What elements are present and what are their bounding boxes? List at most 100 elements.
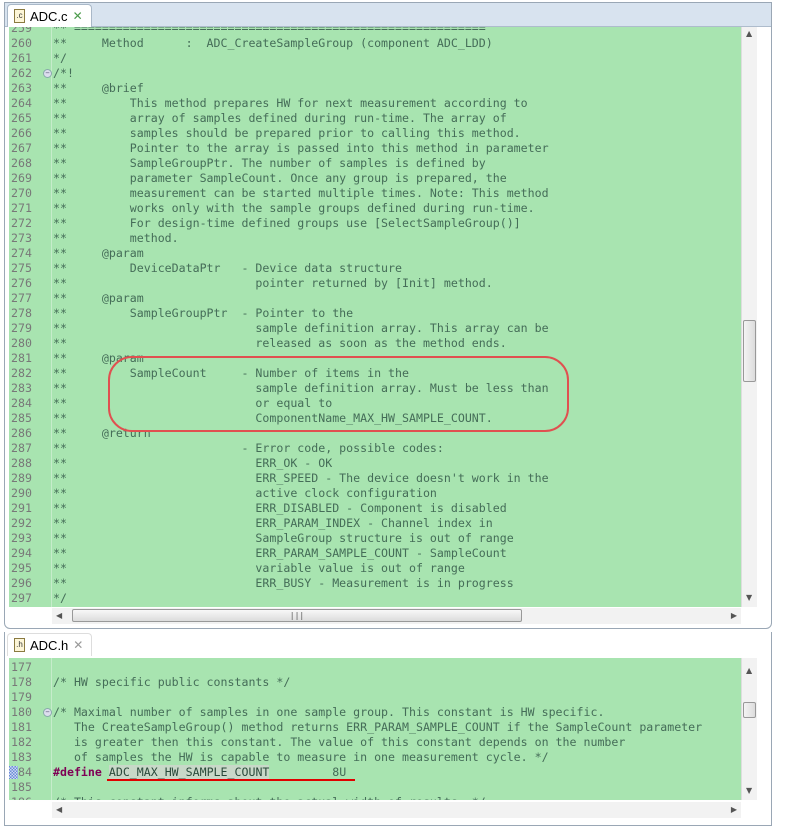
code-line: 178 /* HW specific public constants */ — [9, 675, 741, 690]
code-line: 291 ** ERR_DISABLED - Component is disabl… — [9, 501, 741, 516]
line-text: ** ERR_SPEED - The device doesn't work i… — [53, 471, 549, 485]
line-number: 266 — [11, 126, 32, 140]
line-text: ** For design-time defined groups use [S… — [53, 216, 521, 230]
line-text: ** SampleGroup structure is out of range — [53, 531, 514, 545]
close-icon[interactable]: ✕ — [73, 638, 83, 652]
tab-label: ADC.h — [30, 637, 69, 653]
code-area[interactable]: 259 ** ==================================… — [9, 27, 741, 607]
line-number: 181 — [11, 720, 32, 734]
line-text: ** measurement can be started multiple t… — [53, 186, 549, 200]
macro-name[interactable]: ADC_MAX_HW_SAMPLE_COUNT — [108, 765, 270, 779]
scroll-right-icon[interactable]: ▶ — [731, 805, 737, 814]
top-tab-bar: .c ADC.c ✕ — [5, 3, 771, 27]
line-number: 267 — [11, 141, 32, 155]
line-text: ** - Error code, possible codes: — [53, 441, 444, 455]
code-line: 287 ** - Error code, possible codes: — [9, 441, 741, 456]
line-number: 186 — [11, 795, 45, 800]
fold-toggle-icon[interactable]: − — [43, 708, 52, 717]
line-text: ** ERR_OK - OK — [53, 456, 333, 470]
line-number: 269 — [11, 171, 32, 185]
scrollbar-thumb[interactable] — [743, 702, 756, 718]
code-line: 274 ** @param — [9, 246, 741, 261]
line-number: 281 — [11, 351, 32, 365]
line-text: /*! — [53, 66, 74, 80]
bottom-editor: .h ADC.h ✕ 177 178 /* HW specific public c… — [4, 632, 772, 826]
vertical-scrollbar[interactable]: ▲ ▼ — [741, 658, 757, 800]
code-line: 271 ** works only with the sample groups … — [9, 201, 741, 216]
line-number: 182 — [11, 735, 32, 749]
overview-ruler — [757, 27, 771, 607]
line-number: 262 — [11, 66, 32, 80]
line-text: ** ERR_PARAM_SAMPLE_COUNT - SampleCount — [53, 546, 507, 560]
line-text: The CreateSampleGroup() method returns E… — [53, 720, 703, 734]
line-number: 282 — [11, 366, 32, 380]
code-line: 289 ** ERR_SPEED - The device doesn't wor… — [9, 471, 741, 486]
tab-adc-h[interactable]: .h ADC.h ✕ — [7, 633, 93, 656]
line-number: 276 — [11, 276, 32, 290]
code-line: 272 ** For design-time defined groups use… — [9, 216, 741, 231]
line-text: /* HW specific public constants */ — [53, 675, 291, 689]
code-line: 179 — [9, 690, 741, 705]
line-number: 296 — [11, 576, 32, 590]
bottom-tab-bar: .h ADC.h ✕ — [5, 632, 771, 656]
line-text: ** active clock configuration — [53, 486, 437, 500]
line-text: ** SampleGroupPtr - Pointer to the — [53, 306, 354, 320]
code-line: 293 ** SampleGroup structure is out of ra… — [9, 531, 741, 546]
line-number: 273 — [11, 231, 32, 245]
code-line: 269 ** parameter SampleCount. Once any gr… — [9, 171, 741, 186]
fold-toggle-icon[interactable]: − — [43, 69, 52, 78]
code-line: 183 of samples the HW is capable to meas… — [9, 750, 741, 765]
line-number: 291 — [11, 501, 32, 515]
tab-adc-c[interactable]: .c ADC.c ✕ — [7, 4, 92, 27]
macro-value: 8U — [332, 765, 347, 779]
horizontal-scrollbar[interactable]: ◀ ||| ▶ — [52, 608, 741, 624]
code-area[interactable]: 177 178 /* HW specific public constants */… — [9, 658, 741, 800]
define-keyword: #define — [53, 765, 102, 779]
line-text: ** This method prepares HW for next meas… — [53, 96, 528, 110]
line-text: ** parameter SampleCount. Once any group… — [53, 171, 507, 185]
horizontal-scrollbar[interactable]: ◀ ▶ — [52, 802, 741, 818]
line-number: 183 — [11, 750, 32, 764]
line-number: 261 — [11, 51, 32, 65]
highlight-annotation — [108, 356, 569, 432]
code-line: 265 ** array of samples defined during ru… — [9, 111, 741, 126]
line-number: 270 — [11, 186, 32, 200]
scroll-left-icon[interactable]: ◀ — [56, 805, 62, 814]
code-line: 264 ** This method prepares HW for next m… — [9, 96, 741, 111]
scrollbar-thumb[interactable] — [743, 320, 756, 382]
code-line: 177 — [9, 660, 741, 675]
line-number: 271 — [11, 201, 32, 215]
code-line: 292 ** ERR_PARAM_INDEX - Channel index in — [9, 516, 741, 531]
scroll-up-icon[interactable]: ▲ — [746, 29, 752, 38]
vertical-scrollbar[interactable]: ▲ ▼ — [741, 27, 757, 607]
line-text: ** @param — [53, 246, 144, 260]
code-line: 260 ** Method : ADC_CreateSampleGroup (co… — [9, 36, 741, 51]
line-number: 293 — [11, 531, 32, 545]
scrollbar-thumb[interactable]: ||| — [72, 609, 522, 622]
close-icon[interactable]: ✕ — [73, 9, 83, 23]
scroll-right-icon[interactable]: ▶ — [731, 611, 737, 620]
line-text: is greater then this constant. The value… — [53, 735, 626, 749]
line-text: ** variable value is out of range — [53, 561, 465, 575]
scroll-up-icon[interactable]: ▲ — [746, 666, 752, 675]
scroll-left-icon[interactable]: ◀ — [56, 611, 62, 620]
line-number: 180 — [11, 705, 32, 719]
line-number: 274 — [11, 246, 32, 260]
scroll-down-icon[interactable]: ▼ — [746, 786, 752, 795]
code-line: 259 ** ==================================… — [9, 27, 741, 36]
code-line: 181 The CreateSampleGroup() method retur… — [9, 720, 741, 735]
line-number: 177 — [11, 660, 32, 674]
line-text: /* This constant informs about the actua… — [53, 795, 486, 800]
line-text: ** Method : ADC_CreateSampleGroup (compo… — [53, 36, 493, 50]
code-line: 278 ** SampleGroupPtr - Pointer to the — [9, 306, 741, 321]
line-text: ** ERR_DISABLED - Component is disabled — [53, 501, 507, 515]
code-line: 295 ** variable value is out of range — [9, 561, 741, 576]
code-line: 184 #define ADC_MAX_HW_SAMPLE_COUNT 8U — [9, 765, 741, 781]
line-text: ** Pointer to the array is passed into t… — [53, 141, 549, 155]
line-text: ** released as soon as the method ends. — [53, 336, 507, 350]
scroll-down-icon[interactable]: ▼ — [746, 593, 752, 602]
code-line: 275 ** DeviceDataPtr - Device data struct… — [9, 261, 741, 276]
line-text: */ — [53, 51, 67, 65]
line-text: ** ERR_PARAM_INDEX - Channel index in — [53, 516, 493, 530]
line-number: 289 — [11, 471, 32, 485]
